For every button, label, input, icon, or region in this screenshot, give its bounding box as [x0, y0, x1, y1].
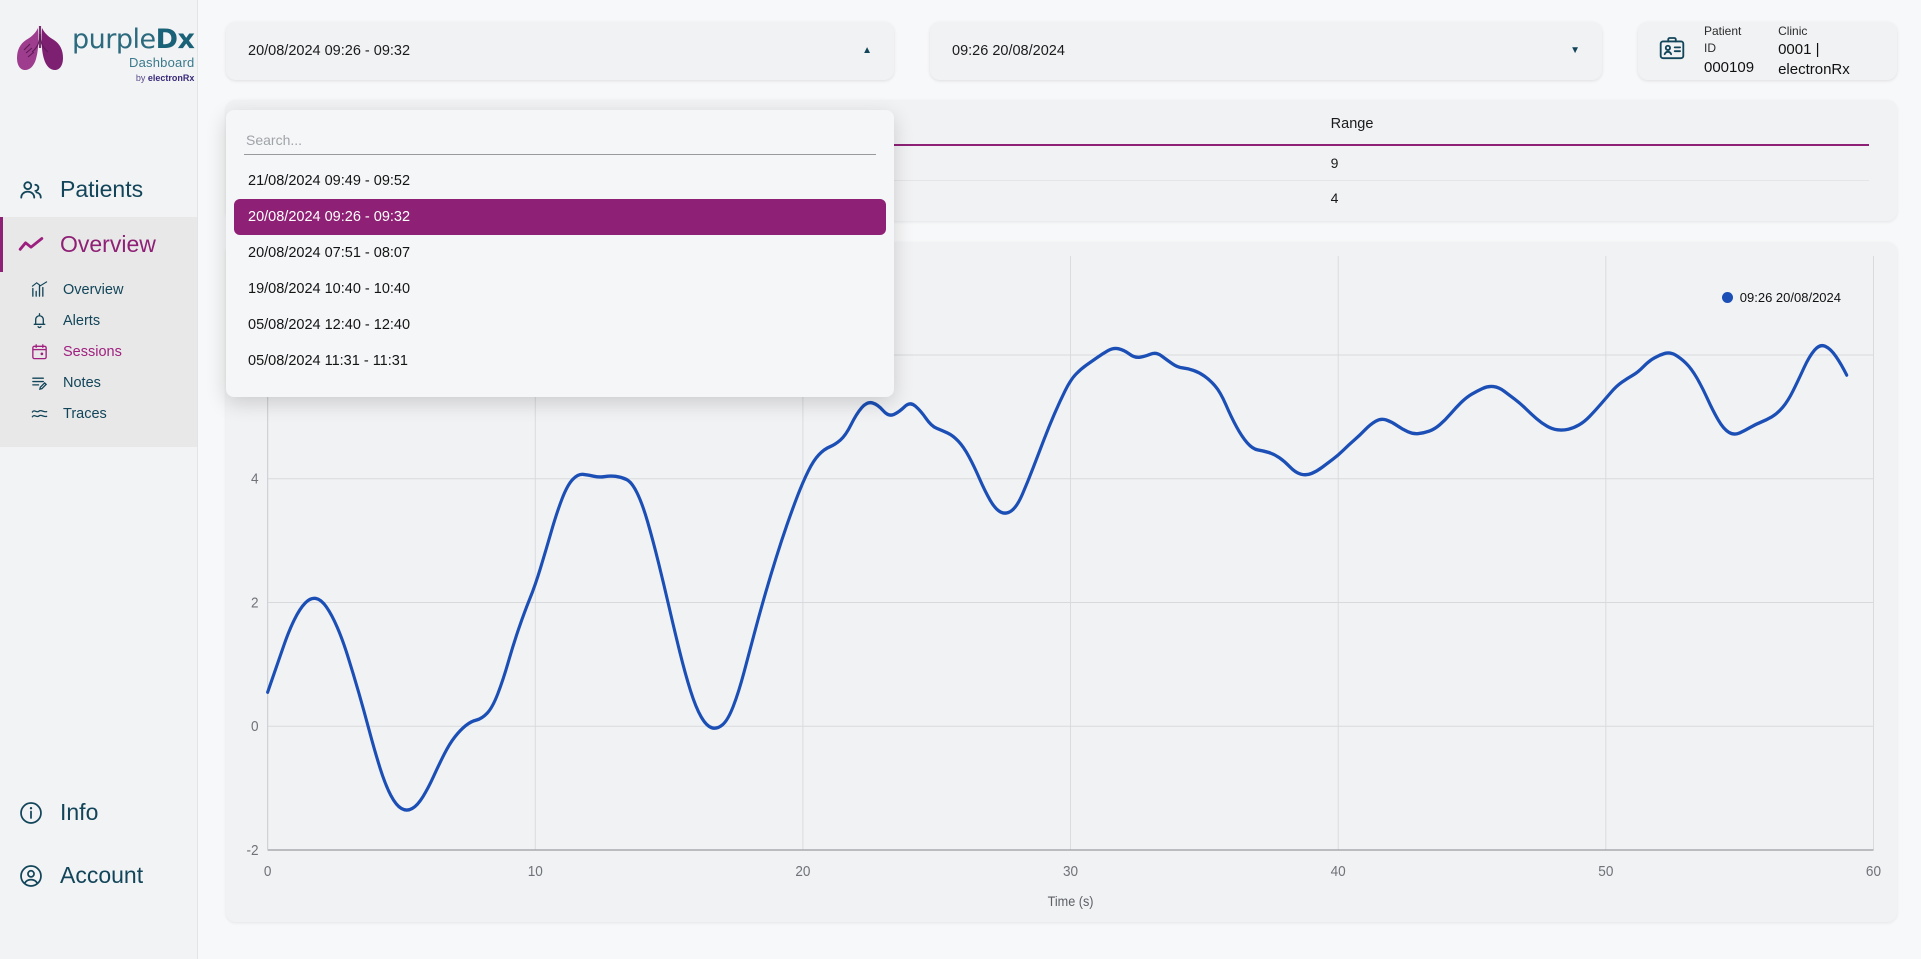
sidebar-item-notes[interactable]: Notes: [0, 367, 197, 398]
trend-line-icon: [18, 232, 44, 258]
sidebar-nav-bottom: Info Account: [0, 781, 197, 959]
legend-label: 09:26 20/08/2024: [1739, 290, 1841, 305]
x-axis-tick-label: 40: [1331, 863, 1346, 880]
down-caret-icon[interactable]: ▼: [1570, 46, 1580, 56]
lungs-icon: [14, 18, 66, 80]
sidebar-item-overview-label: Overview: [60, 231, 156, 257]
x-axis-tick-label: 10: [528, 863, 543, 880]
app-root: purpleDx Dashboard by electronRx Patient…: [0, 0, 1921, 959]
up-caret-icon[interactable]: ▲: [862, 46, 872, 56]
y-axis-tick-label: 4: [251, 471, 259, 488]
sidebar-item-sub-overview[interactable]: Overview: [0, 274, 197, 305]
sidebar: purpleDx Dashboard by electronRx Patient…: [0, 0, 198, 959]
sidebar-subnav: Overview Alerts Sessions Notes Traces: [0, 272, 197, 447]
chart-series-line: [266, 343, 1849, 812]
sidebar-item-traces[interactable]: Traces: [0, 398, 197, 429]
sidebar-item-notes-label: Notes: [63, 374, 101, 391]
sidebar-item-patients[interactable]: Patients: [0, 162, 197, 217]
sidebar-nav-top: Patients Overview Overview Alerts Sessio…: [0, 162, 197, 447]
dropdown-option[interactable]: 19/08/2024 10:40 - 10:40: [234, 271, 886, 307]
clinic-field: Clinic 0001 | electronRx: [1778, 23, 1873, 79]
sidebar-item-info-label: Info: [60, 799, 99, 825]
clinic-label: Clinic: [1778, 23, 1808, 38]
dropdown-option[interactable]: 21/08/2024 09:49 - 09:52: [234, 163, 886, 199]
patient-id-value: 000109: [1704, 58, 1755, 76]
patient-id-label: Patient ID: [1704, 23, 1742, 56]
session-select[interactable]: 20/08/2024 09:26 - 09:32 ▲: [226, 22, 894, 80]
x-axis-tick-label: 20: [795, 863, 810, 880]
clinic-value: 0001 | electronRx: [1778, 41, 1850, 78]
trace-select[interactable]: 09:26 20/08/2024 ▼: [930, 22, 1602, 80]
brand-text: purpleDx Dashboard by electronRx: [72, 18, 195, 83]
sidebar-item-alerts-label: Alerts: [63, 312, 101, 329]
sidebar-item-sub-overview-label: Overview: [63, 281, 124, 298]
x-axis-tick-label: 30: [1063, 863, 1078, 880]
sidebar-item-alerts[interactable]: Alerts: [0, 305, 197, 336]
brand-logo[interactable]: purpleDx Dashboard by electronRx: [0, 0, 197, 104]
brand-byline: by electronRx: [135, 73, 195, 83]
note-edit-icon: [30, 373, 49, 392]
topbar: 20/08/2024 09:26 - 09:32 ▲ 09:26 20/08/2…: [226, 22, 1897, 80]
main-content: 20/08/2024 09:26 - 09:32 ▲ 09:26 20/08/2…: [198, 0, 1921, 959]
x-axis-title: Time (s): [1048, 893, 1094, 909]
x-axis-tick-label: 60: [1866, 863, 1881, 880]
session-dropdown-panel: 21/08/2024 09:49 - 09:5220/08/2024 09:26…: [226, 110, 894, 397]
y-axis-tick-label: -2: [247, 842, 259, 859]
dropdown-search-wrap: [226, 120, 894, 155]
bar-chart-icon: [30, 280, 49, 299]
dropdown-option[interactable]: 05/08/2024 12:40 - 12:40: [234, 307, 886, 343]
patient-id-field: Patient ID 000109: [1704, 23, 1754, 79]
trace-select-value: 09:26 20/08/2024: [952, 43, 1065, 59]
y-axis-tick-label: 2: [251, 595, 259, 612]
search-input[interactable]: [244, 128, 876, 155]
info-circle-icon: [18, 800, 44, 826]
dropdown-option[interactable]: 20/08/2024 09:26 - 09:32: [234, 199, 886, 235]
sidebar-item-account-label: Account: [60, 862, 144, 888]
brand-name-part1: purple: [72, 24, 156, 55]
wave-icon: [30, 404, 49, 423]
account-circle-icon: [18, 863, 44, 889]
brand-name-part2: Dx: [155, 24, 195, 55]
id-badge-icon: [1658, 35, 1686, 68]
bell-icon: [30, 311, 49, 330]
chart-legend: 09:26 20/08/2024: [1721, 290, 1841, 305]
brand-subtitle: Dashboard: [129, 55, 195, 70]
table-cell: 9: [1330, 155, 1339, 171]
session-select-value: 20/08/2024 09:26 - 09:32: [248, 43, 411, 59]
patient-fields: Patient ID 000109 Clinic 0001 | electron…: [1704, 23, 1873, 79]
sidebar-item-account[interactable]: Account: [0, 844, 197, 907]
legend-marker-icon: [1721, 292, 1733, 303]
sidebar-item-patients-label: Patients: [60, 176, 144, 202]
calendar-icon: [30, 342, 49, 361]
x-axis-tick-label: 50: [1598, 863, 1613, 880]
patient-info-card: Patient ID 000109 Clinic 0001 | electron…: [1638, 22, 1897, 80]
sidebar-item-sessions-label: Sessions: [63, 343, 122, 360]
y-axis-tick-label: 0: [251, 719, 259, 736]
dropdown-option[interactable]: 05/08/2024 11:31 - 11:31: [234, 343, 886, 379]
x-axis-tick-label: 0: [264, 863, 272, 880]
dropdown-option-list: 21/08/2024 09:49 - 09:52 20/08/2024 09:26…: [226, 163, 894, 379]
table-header-cell: Range: [1330, 116, 1374, 132]
dropdown-option[interactable]: 20/08/2024 07:51 - 08:07: [234, 235, 886, 271]
table-cell: 4: [1330, 190, 1339, 206]
sidebar-item-sessions[interactable]: Sessions: [0, 336, 197, 367]
sidebar-item-traces-label: Traces: [63, 405, 107, 422]
people-icon: [18, 177, 44, 203]
sidebar-item-info[interactable]: Info: [0, 781, 197, 844]
sidebar-item-overview[interactable]: Overview: [0, 217, 197, 272]
